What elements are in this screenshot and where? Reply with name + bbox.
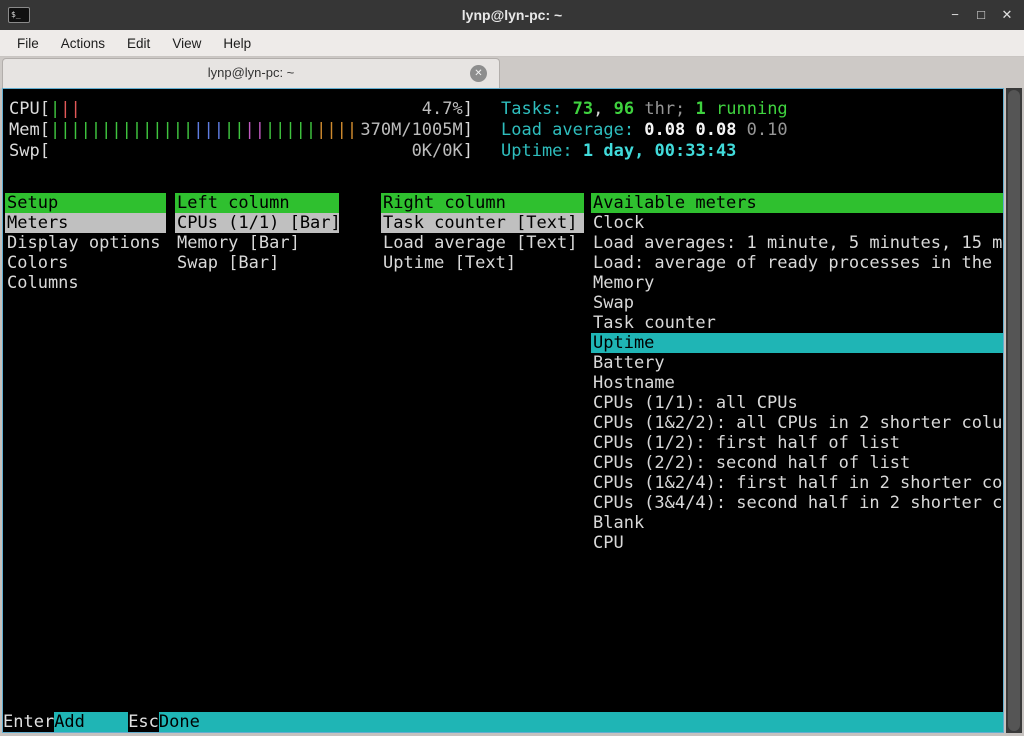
panel-item-load-averages-1-minute-5-minut[interactable]: Load averages: 1 minute, 5 minutes, 15 m… [591, 233, 1003, 253]
panel-item-cpu[interactable]: CPU [591, 533, 1003, 553]
function-bar: EnterAddEscDone [3, 712, 1003, 732]
panel-header: Available meters [591, 193, 1003, 213]
panel-left-column: Left columnCPUs (1/1) [Bar]Memory [Bar]S… [175, 193, 339, 273]
close-button[interactable]: ✕ [996, 4, 1018, 26]
meter-bracket: ] [463, 120, 473, 141]
stat-load-average: Load average: 0.08 0.08 0.10 [501, 120, 788, 141]
menu-item-file[interactable]: File [6, 32, 50, 55]
window-controls: −□✕ [940, 0, 1018, 30]
panel-item-cpus-1-2-4-first-half-in-2-sho[interactable]: CPUs (1&2/4): first half in 2 shorter co… [591, 473, 1003, 493]
meter-bar: |||||||||||||||||||||||||||||| [50, 120, 360, 141]
panel-item-display-options[interactable]: Display options [5, 233, 166, 253]
panel-header: Left column [175, 193, 339, 213]
panel-item-cpus-3-4-4-second-half-in-2-sh[interactable]: CPUs (3&4/4): second half in 2 shorter c… [591, 493, 1003, 513]
panel-item-swap-bar[interactable]: Swap [Bar] [175, 253, 339, 273]
menu-item-actions[interactable]: Actions [50, 32, 116, 55]
minimize-button[interactable]: − [944, 4, 966, 26]
fnaction-add[interactable]: Add [54, 712, 128, 732]
menu-bar: FileActionsEditViewHelp [0, 30, 1024, 57]
panel-item-memory-bar[interactable]: Memory [Bar] [175, 233, 339, 253]
panel-item-load-average-of-ready-processe[interactable]: Load: average of ready processes in the … [591, 253, 1003, 273]
panel-header: Right column [381, 193, 584, 213]
tab-close-icon[interactable]: ✕ [470, 65, 487, 82]
panel-item-cpus-2-2-second-half-of-list[interactable]: CPUs (2/2): second half of list [591, 453, 1003, 473]
panel-item-memory[interactable]: Memory [591, 273, 1003, 293]
header-meters: CPU[|||4.7%]Mem[||||||||||||||||||||||||… [9, 99, 473, 162]
meter-value: 0K/0K [412, 141, 463, 162]
panel-item-battery[interactable]: Battery [591, 353, 1003, 373]
stat-uptime: Uptime: 1 day, 00:33:43 [501, 141, 788, 162]
panel-item-task-counter-text[interactable]: Task counter [Text] [381, 213, 584, 233]
panel-setup: SetupMetersDisplay optionsColorsColumns [5, 193, 166, 293]
menu-item-help[interactable]: Help [212, 32, 262, 55]
header-stats: Tasks: 73, 96 thr; 1 runningLoad average… [501, 99, 788, 162]
panel-item-load-average-text[interactable]: Load average [Text] [381, 233, 584, 253]
panel-item-clock[interactable]: Clock [591, 213, 1003, 233]
window-title: lynp@lyn-pc: ~ [0, 0, 1024, 30]
panel-item-columns[interactable]: Columns [5, 273, 166, 293]
scrollbar[interactable] [1006, 88, 1022, 733]
panel-header: Setup [5, 193, 166, 213]
fnkey-enter[interactable]: Enter [3, 712, 54, 732]
tab-terminal[interactable]: lynp@lyn-pc: ~ ✕ [2, 58, 500, 88]
terminal-window: $_ lynp@lyn-pc: ~ −□✕ FileActionsEditVie… [0, 0, 1024, 736]
panel-item-cpus-1-1-bar[interactable]: CPUs (1/1) [Bar] [175, 213, 339, 233]
meter-bracket: ] [463, 99, 473, 120]
panel-item-task-counter[interactable]: Task counter [591, 313, 1003, 333]
panel-item-meters[interactable]: Meters [5, 213, 166, 233]
terminal-screen: CPU[|||4.7%]Mem[||||||||||||||||||||||||… [2, 88, 1004, 733]
panel-right-column: Right columnTask counter [Text]Load aver… [381, 193, 584, 273]
panel-item-cpus-1-2-2-all-cpus-in-2-short[interactable]: CPUs (1&2/2): all CPUs in 2 shorter colu… [591, 413, 1003, 433]
panel-item-cpus-1-1-all-cpus[interactable]: CPUs (1/1): all CPUs [591, 393, 1003, 413]
tab-bar: lynp@lyn-pc: ~ ✕ [0, 57, 1024, 88]
meter-value: 4.7% [422, 99, 463, 120]
meter-bracket: ] [463, 141, 473, 162]
panel-item-swap[interactable]: Swap [591, 293, 1003, 313]
scrollbar-thumb[interactable] [1008, 90, 1020, 731]
meter-bar: ||| [50, 99, 422, 120]
meter-label: Mem[ [9, 120, 50, 141]
fnkey-esc[interactable]: Esc [128, 712, 159, 732]
panel-item-cpus-1-2-first-half-of-list[interactable]: CPUs (1/2): first half of list [591, 433, 1003, 453]
tab-title: lynp@lyn-pc: ~ [208, 65, 295, 80]
meter-swp: Swp[ 0K/0K] [9, 141, 473, 162]
meter-mem: Mem[||||||||||||||||||||||||||||||370M/1… [9, 120, 473, 141]
menu-item-edit[interactable]: Edit [116, 32, 161, 55]
panel-available-meters: Available metersClockLoad averages: 1 mi… [591, 193, 1003, 553]
meter-value: 370M/1005M [360, 120, 462, 141]
menu-item-view[interactable]: View [161, 32, 212, 55]
meter-label: Swp[ [9, 141, 50, 162]
stat-tasks: Tasks: 73, 96 thr; 1 running [501, 99, 788, 120]
maximize-button[interactable]: □ [970, 4, 992, 26]
fnaction-done[interactable]: Done [159, 712, 1003, 732]
panel-item-blank[interactable]: Blank [591, 513, 1003, 533]
title-bar: $_ lynp@lyn-pc: ~ −□✕ [0, 0, 1024, 30]
meter-cpu: CPU[|||4.7%] [9, 99, 473, 120]
panel-item-uptime[interactable]: Uptime [591, 333, 1003, 353]
panel-item-colors[interactable]: Colors [5, 253, 166, 273]
meter-bar [50, 141, 412, 162]
panel-item-uptime-text[interactable]: Uptime [Text] [381, 253, 584, 273]
panel-item-hostname[interactable]: Hostname [591, 373, 1003, 393]
meter-label: CPU[ [9, 99, 50, 120]
